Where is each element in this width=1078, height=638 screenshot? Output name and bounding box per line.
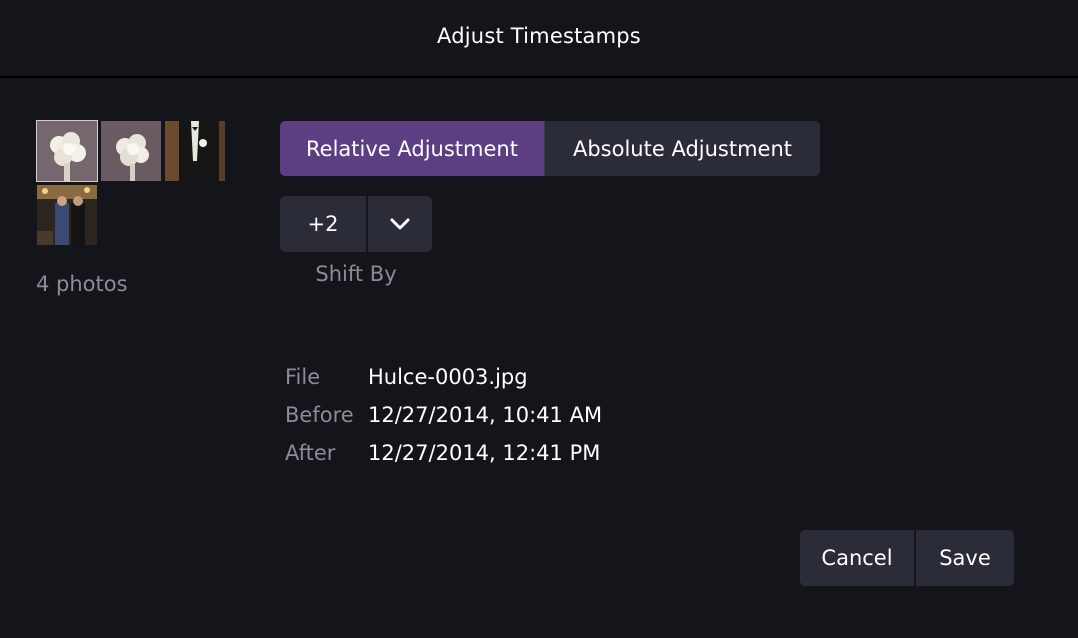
file-value: Hulce-0003.jpg	[368, 365, 528, 389]
file-key: File	[285, 365, 321, 389]
shift-by-dropdown-button[interactable]	[368, 196, 432, 252]
thumbnail-bouquet-2[interactable]	[100, 120, 162, 182]
dialog-title: Adjust Timestamps	[437, 24, 641, 48]
dance-photo-icon	[37, 185, 97, 245]
bouquet-photo-icon	[101, 121, 161, 181]
dialog-header: Adjust Timestamps	[0, 0, 1078, 78]
info-row-before: Before 12/27/2014, 10:41 AM	[285, 396, 602, 434]
dialog-actions: Cancel Save	[800, 530, 1014, 586]
before-value: 12/27/2014, 10:41 AM	[368, 403, 603, 427]
thumbnail-bouquet-1[interactable]	[36, 120, 98, 182]
chevron-down-icon	[390, 218, 410, 230]
timestamp-info: File Hulce-0003.jpg Before 12/27/2014, 1…	[285, 358, 602, 472]
shift-by-select[interactable]: +2	[280, 196, 432, 252]
save-button[interactable]: Save	[916, 530, 1014, 586]
thumbnail-dance[interactable]	[36, 184, 98, 246]
adjustment-mode-toggle: Relative Adjustment Absolute Adjustment	[280, 121, 820, 176]
thumbnail-grid	[36, 120, 236, 246]
after-value: 12/27/2014, 12:41 PM	[368, 441, 601, 465]
shift-by-value[interactable]: +2	[280, 196, 368, 252]
after-key: After	[285, 441, 336, 465]
relative-adjustment-button[interactable]: Relative Adjustment	[280, 121, 544, 176]
bouquet-photo-icon	[37, 121, 97, 181]
tuxedo-photo-icon	[165, 121, 225, 181]
thumbnail-tuxedo[interactable]	[164, 120, 226, 182]
info-row-file: File Hulce-0003.jpg	[285, 358, 602, 396]
shift-by-label: Shift By	[315, 262, 397, 286]
adjust-timestamps-dialog: Adjust Timestamps 4 photos Relative Adju…	[0, 0, 1078, 638]
thumbnail-panel: 4 photos	[36, 120, 236, 296]
absolute-adjustment-button[interactable]: Absolute Adjustment	[544, 121, 820, 176]
info-row-after: After 12/27/2014, 12:41 PM	[285, 434, 602, 472]
before-key: Before	[285, 403, 354, 427]
photo-count: 4 photos	[36, 272, 128, 296]
cancel-button[interactable]: Cancel	[800, 530, 916, 586]
